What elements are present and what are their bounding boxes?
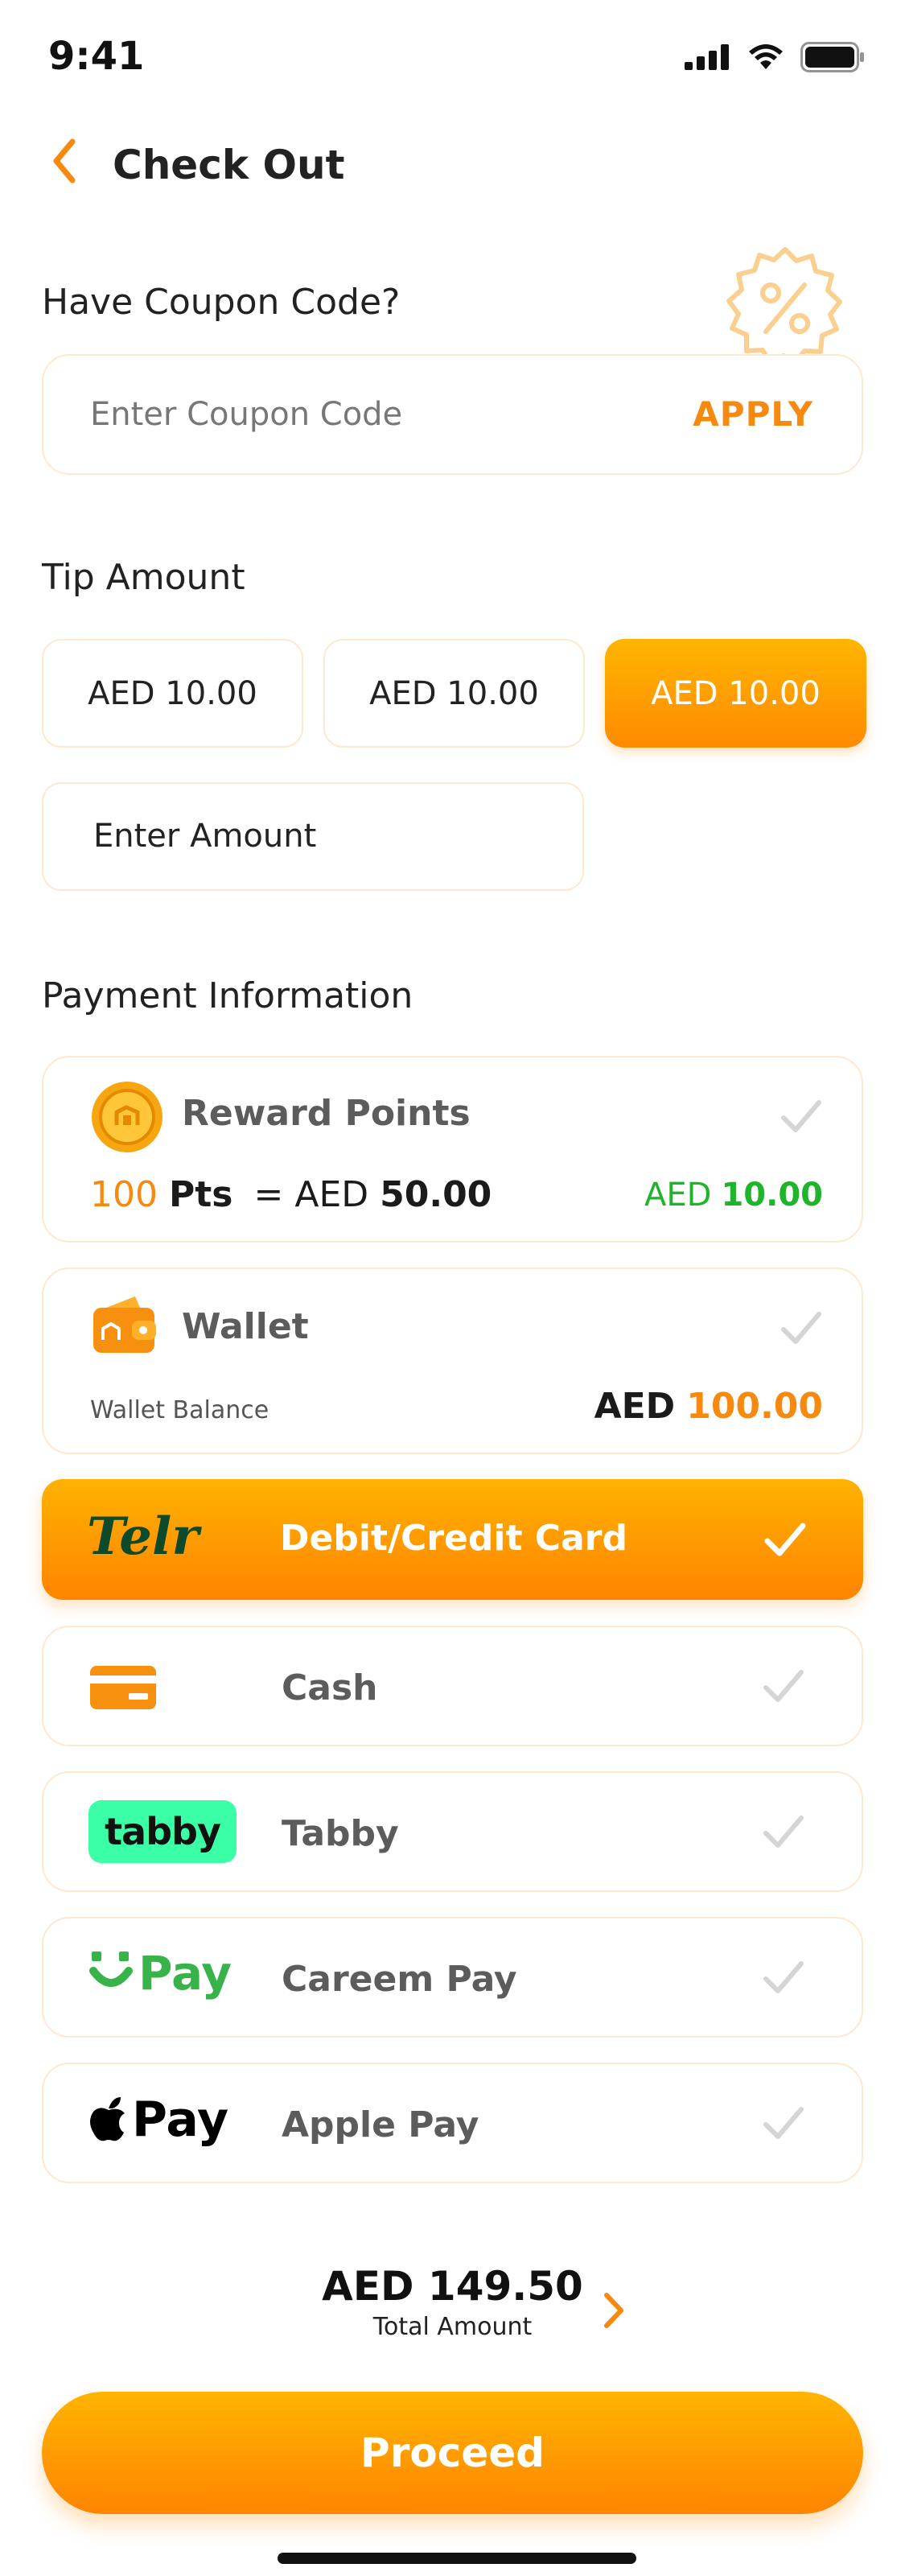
reward-equals: =	[253, 1174, 284, 1215]
reward-applied-value: 10.00	[721, 1177, 823, 1214]
reward-points-unit: Pts	[168, 1174, 233, 1215]
reward-coin-icon	[92, 1082, 162, 1152]
wallet-balance: AED 100.00	[594, 1386, 823, 1427]
apple-logo-icon	[90, 2097, 125, 2141]
payment-method-label: Cash	[282, 1667, 378, 1708]
total-amount: AED 149.50	[322, 2263, 583, 2310]
tip-option-2[interactable]: AED 10.00	[323, 639, 585, 748]
tabby-logo: tabby	[88, 1800, 237, 1863]
payment-method-cash[interactable]: Cash	[42, 1626, 863, 1746]
reward-title: Reward Points	[182, 1093, 471, 1134]
apple-pay-text: Pay	[132, 2092, 229, 2148]
wallet-card[interactable]: Wallet Wallet Balance AED 100.00	[42, 1267, 863, 1454]
tip-option-1[interactable]: AED 10.00	[42, 639, 303, 748]
coupon-input[interactable]: Enter Coupon Code APPLY	[42, 354, 863, 475]
telr-logo: Telr	[87, 1506, 200, 1567]
tip-option-3-selected[interactable]: AED 10.00	[605, 639, 866, 748]
reward-check-icon[interactable]	[780, 1098, 823, 1135]
payment-label: Payment Information	[42, 975, 413, 1016]
payment-method-label: Apple Pay	[282, 2104, 479, 2145]
payment-method-tabby[interactable]: tabby Tabby	[42, 1771, 863, 1892]
check-icon	[763, 1816, 804, 1848]
wallet-check-icon[interactable]	[780, 1309, 823, 1346]
page-title: Check Out	[113, 142, 345, 188]
payment-method-label: Tabby	[282, 1813, 399, 1854]
status-time: 9:41	[48, 34, 145, 79]
chevron-right-icon[interactable]	[602, 2292, 626, 2329]
payment-method-label: Debit/Credit Card	[280, 1518, 627, 1559]
signal-icon	[685, 44, 729, 70]
total-summary[interactable]: AED 149.50 Total Amount	[0, 2263, 905, 2341]
coupon-label: Have Coupon Code?	[42, 282, 401, 323]
coupon-placeholder: Enter Coupon Code	[90, 396, 403, 433]
reward-applied-amount: AED 10.00	[644, 1177, 823, 1214]
payment-method-apple-pay[interactable]: Pay Apple Pay	[42, 2063, 863, 2183]
tip-label: Tip Amount	[42, 557, 245, 598]
reward-points-card[interactable]: Reward Points 100 Pts = AED 50.00 AED 10…	[42, 1056, 863, 1243]
reward-points-value: 100	[90, 1174, 158, 1215]
total-label: Total Amount	[372, 2313, 533, 2341]
back-chevron-icon[interactable]	[48, 137, 80, 185]
check-icon	[763, 2107, 804, 2139]
battery-icon	[800, 42, 864, 72]
wallet-currency: AED	[594, 1386, 676, 1427]
careem-smile-icon	[89, 1952, 133, 1987]
apple-pay-logo: Pay	[88, 2092, 228, 2148]
reward-currency: AED	[294, 1174, 369, 1215]
selected-check-icon	[764, 1523, 806, 1556]
payment-method-label: Careem Pay	[282, 1959, 517, 2000]
tip-amount-input[interactable]: Enter Amount	[42, 782, 584, 891]
check-icon	[763, 1670, 804, 1702]
payment-method-card-selected[interactable]: Telr Debit/Credit Card	[42, 1479, 863, 1600]
check-icon	[763, 1961, 804, 1993]
wallet-icon	[93, 1296, 156, 1353]
careem-pay-logo: Pay	[88, 1946, 232, 2001]
home-indicator	[278, 2553, 636, 2564]
discount-badge-icon	[726, 247, 842, 366]
reward-conversion: 100 Pts = AED 50.00	[90, 1174, 492, 1215]
card-icon	[90, 1666, 156, 1709]
wallet-balance-value: 100.00	[686, 1386, 823, 1427]
status-icons	[685, 42, 865, 72]
wallet-balance-label: Wallet Balance	[90, 1396, 269, 1424]
wifi-icon	[749, 44, 783, 69]
reward-applied-currency: AED	[644, 1177, 712, 1214]
payment-method-careem-pay[interactable]: Pay Careem Pay	[42, 1917, 863, 2038]
wallet-title: Wallet	[182, 1306, 309, 1347]
apply-button[interactable]: APPLY	[693, 394, 813, 434]
careem-pay-text: Pay	[138, 1946, 232, 2001]
tabby-logo-text: tabby	[105, 1810, 221, 1853]
reward-points-amount: 50.00	[380, 1174, 492, 1215]
proceed-button[interactable]: Proceed	[42, 2392, 863, 2514]
